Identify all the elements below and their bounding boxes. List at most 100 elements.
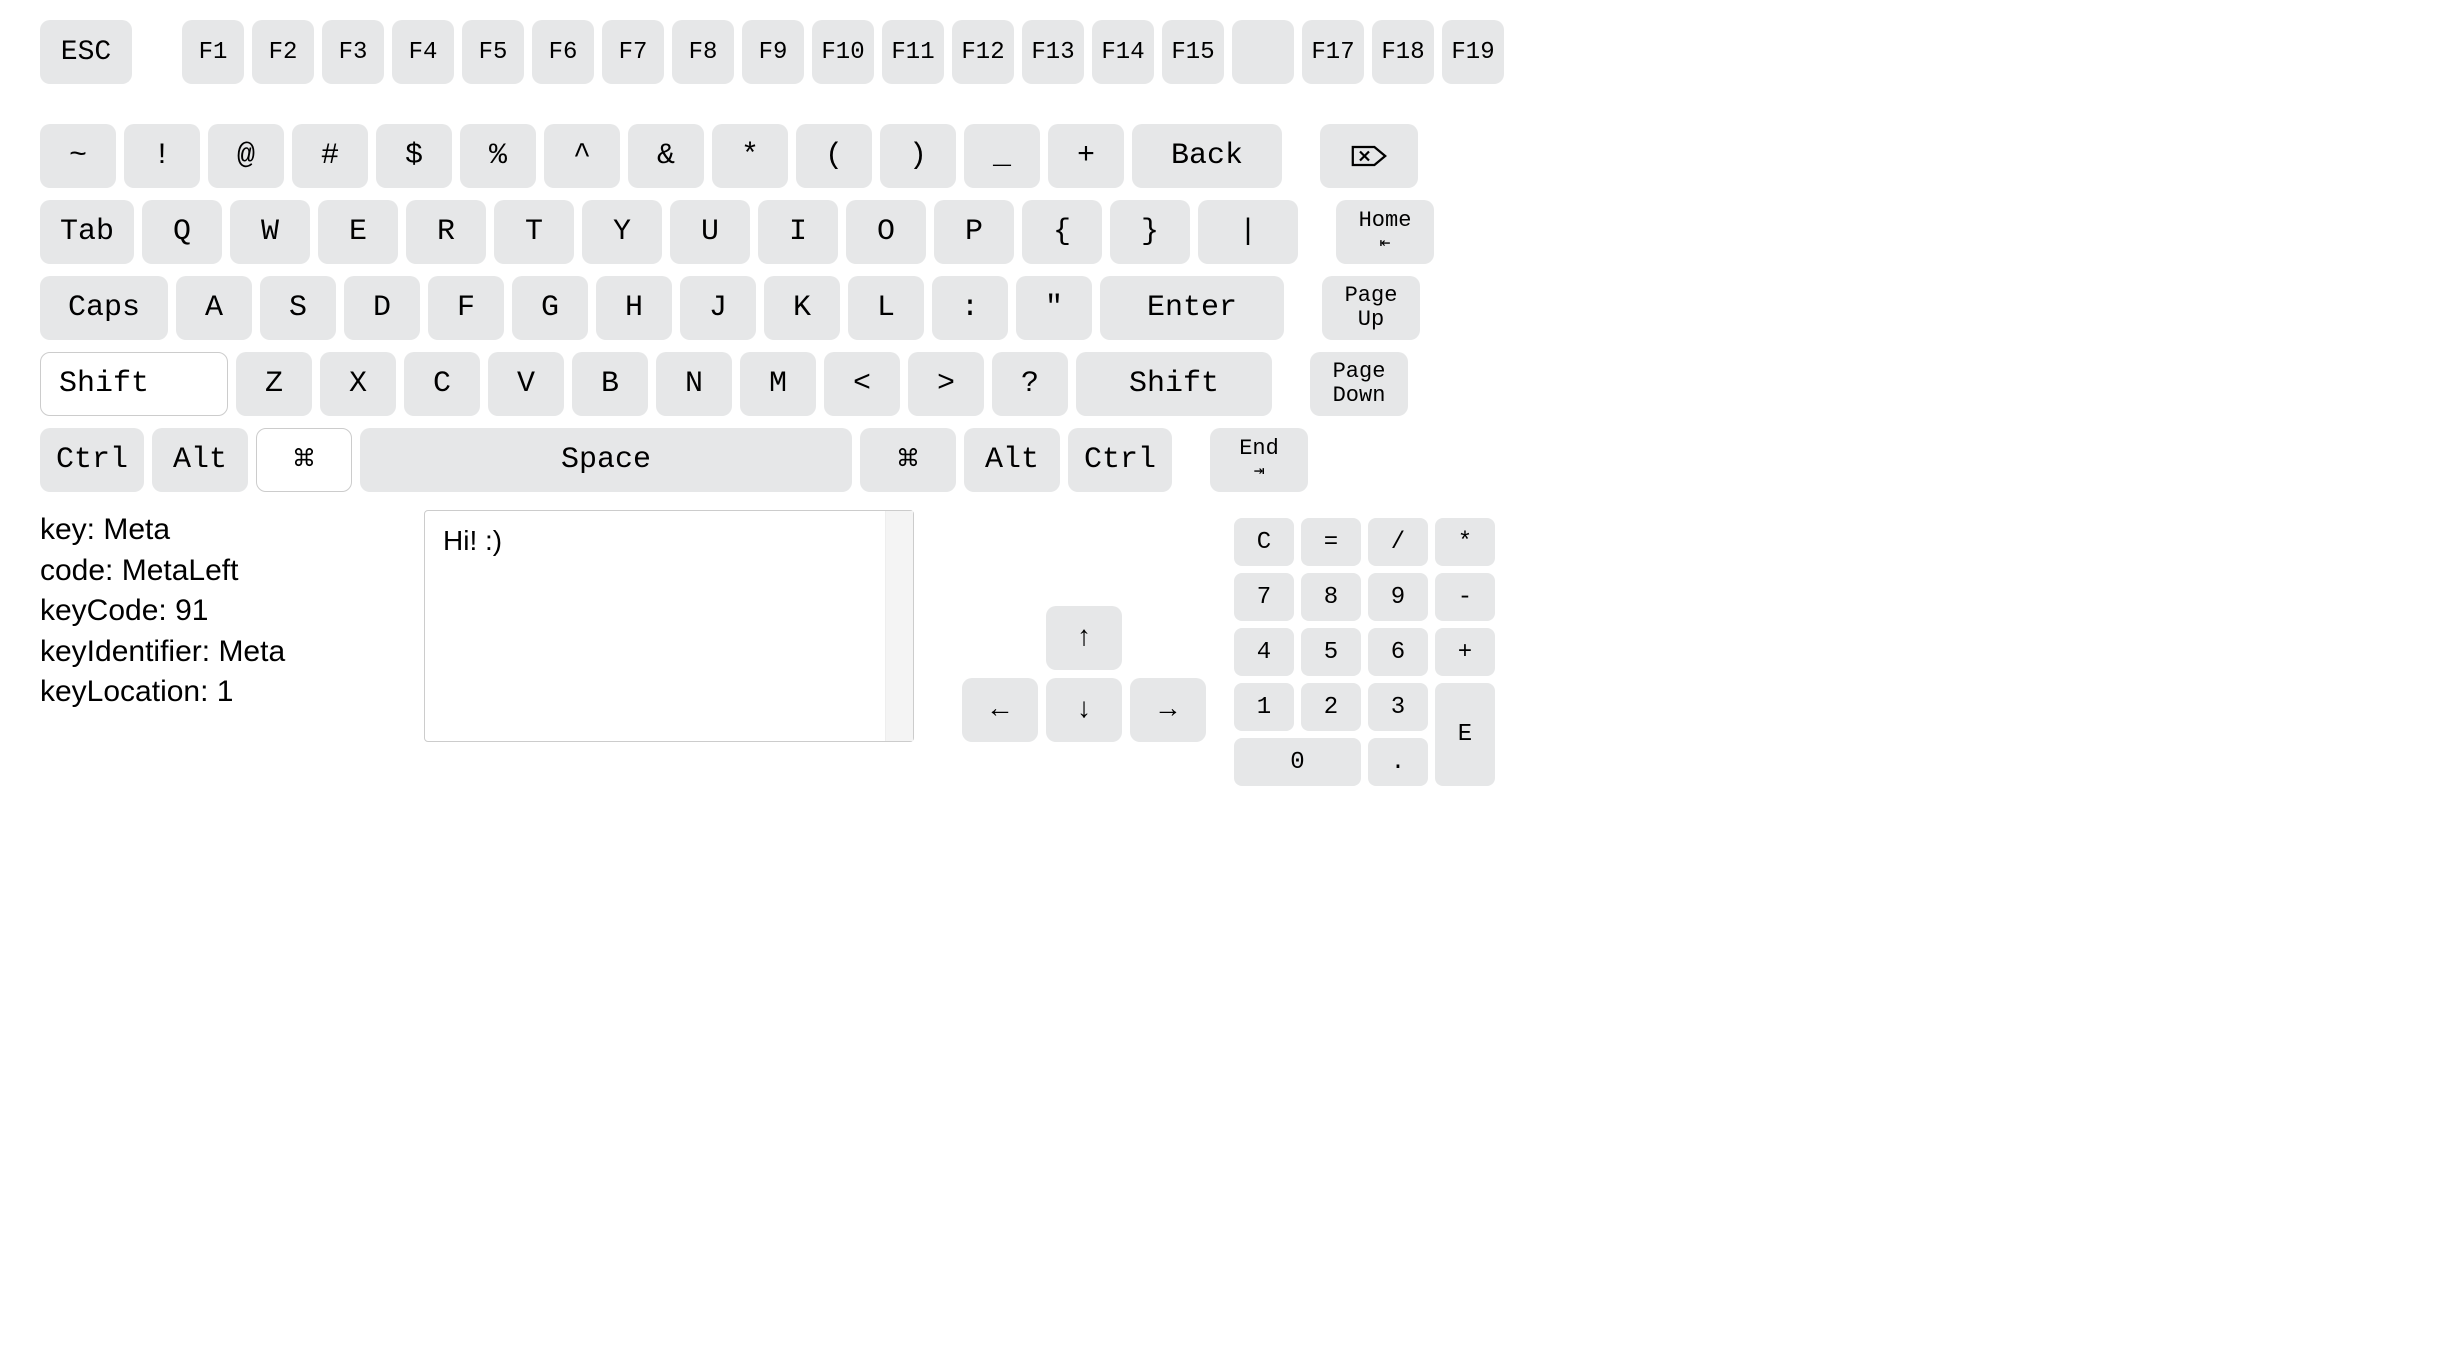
numpad-divide-key[interactable]: / — [1368, 518, 1428, 566]
f2-key[interactable]: F2 — [252, 20, 314, 84]
numpad-equals-key[interactable]: = — [1301, 518, 1361, 566]
numpad-4-key[interactable]: 4 — [1234, 628, 1294, 676]
shift-right-key[interactable]: Shift — [1076, 352, 1272, 416]
backspace-key[interactable]: Back — [1132, 124, 1282, 188]
f11-key[interactable]: F11 — [882, 20, 944, 84]
equals-key[interactable]: + — [1048, 124, 1124, 188]
alt-right-key[interactable]: Alt — [964, 428, 1060, 492]
f14-key[interactable]: F14 — [1092, 20, 1154, 84]
comma-key[interactable]: < — [824, 352, 900, 416]
numpad-8-key[interactable]: 8 — [1301, 573, 1361, 621]
arrow-left-key[interactable]: ← — [962, 678, 1038, 742]
numpad-subtract-key[interactable]: - — [1435, 573, 1495, 621]
meta-right-key[interactable]: ⌘ — [860, 428, 956, 492]
period-key[interactable]: > — [908, 352, 984, 416]
f15-key[interactable]: F15 — [1162, 20, 1224, 84]
tab-key[interactable]: Tab — [40, 200, 134, 264]
f7-key[interactable]: F7 — [602, 20, 664, 84]
f3-key[interactable]: F3 — [322, 20, 384, 84]
f10-key[interactable]: F10 — [812, 20, 874, 84]
f16-key[interactable] — [1232, 20, 1294, 84]
f12-key[interactable]: F12 — [952, 20, 1014, 84]
bracket-left-key[interactable]: { — [1022, 200, 1102, 264]
k-key[interactable]: K — [764, 276, 840, 340]
nine-key[interactable]: ( — [796, 124, 872, 188]
f1-key[interactable]: F1 — [182, 20, 244, 84]
control-right-key[interactable]: Ctrl — [1068, 428, 1172, 492]
four-key[interactable]: $ — [376, 124, 452, 188]
numpad-add-key[interactable]: + — [1435, 628, 1495, 676]
n-key[interactable]: N — [656, 352, 732, 416]
f6-key[interactable]: F6 — [532, 20, 594, 84]
end-key[interactable]: End ⇥ — [1210, 428, 1308, 492]
two-key[interactable]: @ — [208, 124, 284, 188]
eight-key[interactable]: * — [712, 124, 788, 188]
zero-key[interactable]: ) — [880, 124, 956, 188]
backslash-key[interactable]: | — [1198, 200, 1298, 264]
backtick-key[interactable]: ~ — [40, 124, 116, 188]
six-key[interactable]: ^ — [544, 124, 620, 188]
arrow-up-key[interactable]: ↑ — [1046, 606, 1122, 670]
w-key[interactable]: W — [230, 200, 310, 264]
three-key[interactable]: # — [292, 124, 368, 188]
x-key[interactable]: X — [320, 352, 396, 416]
alt-left-key[interactable]: Alt — [152, 428, 248, 492]
seven-key[interactable]: & — [628, 124, 704, 188]
numpad-clear-key[interactable]: C — [1234, 518, 1294, 566]
home-key[interactable]: Home ⇤ — [1336, 200, 1434, 264]
numpad-0-key[interactable]: 0 — [1234, 738, 1361, 786]
one-key[interactable]: ! — [124, 124, 200, 188]
five-key[interactable]: % — [460, 124, 536, 188]
quote-key[interactable]: " — [1016, 276, 1092, 340]
d-key[interactable]: D — [344, 276, 420, 340]
f5-key[interactable]: F5 — [462, 20, 524, 84]
shift-left-key[interactable]: Shift — [40, 352, 228, 416]
e-key[interactable]: E — [318, 200, 398, 264]
r-key[interactable]: R — [406, 200, 486, 264]
g-key[interactable]: G — [512, 276, 588, 340]
numpad-3-key[interactable]: 3 — [1368, 683, 1428, 731]
v-key[interactable]: V — [488, 352, 564, 416]
meta-left-key[interactable]: ⌘ — [256, 428, 352, 492]
t-key[interactable]: T — [494, 200, 574, 264]
f17-key[interactable]: F17 — [1302, 20, 1364, 84]
page-up-key[interactable]: Page Up — [1322, 276, 1420, 340]
a-key[interactable]: A — [176, 276, 252, 340]
f13-key[interactable]: F13 — [1022, 20, 1084, 84]
capslock-key[interactable]: Caps — [40, 276, 168, 340]
s-key[interactable]: S — [260, 276, 336, 340]
numpad-enter-key[interactable]: E — [1435, 683, 1495, 786]
text-input-area[interactable]: Hi! :) — [424, 510, 914, 742]
slash-key[interactable]: ? — [992, 352, 1068, 416]
numpad-9-key[interactable]: 9 — [1368, 573, 1428, 621]
numpad-decimal-key[interactable]: . — [1368, 738, 1428, 786]
semicolon-key[interactable]: : — [932, 276, 1008, 340]
i-key[interactable]: I — [758, 200, 838, 264]
c-key[interactable]: C — [404, 352, 480, 416]
numpad-7-key[interactable]: 7 — [1234, 573, 1294, 621]
page-down-key[interactable]: Page Down — [1310, 352, 1408, 416]
f4-key[interactable]: F4 — [392, 20, 454, 84]
f9-key[interactable]: F9 — [742, 20, 804, 84]
escape-key[interactable]: ESC — [40, 20, 132, 84]
z-key[interactable]: Z — [236, 352, 312, 416]
y-key[interactable]: Y — [582, 200, 662, 264]
l-key[interactable]: L — [848, 276, 924, 340]
p-key[interactable]: P — [934, 200, 1014, 264]
o-key[interactable]: O — [846, 200, 926, 264]
delete-key[interactable] — [1320, 124, 1418, 188]
numpad-5-key[interactable]: 5 — [1301, 628, 1361, 676]
minus-key[interactable]: _ — [964, 124, 1040, 188]
textarea-scrollbar[interactable] — [885, 511, 913, 741]
b-key[interactable]: B — [572, 352, 648, 416]
q-key[interactable]: Q — [142, 200, 222, 264]
f8-key[interactable]: F8 — [672, 20, 734, 84]
bracket-right-key[interactable]: } — [1110, 200, 1190, 264]
u-key[interactable]: U — [670, 200, 750, 264]
h-key[interactable]: H — [596, 276, 672, 340]
numpad-6-key[interactable]: 6 — [1368, 628, 1428, 676]
numpad-1-key[interactable]: 1 — [1234, 683, 1294, 731]
m-key[interactable]: M — [740, 352, 816, 416]
control-left-key[interactable]: Ctrl — [40, 428, 144, 492]
arrow-down-key[interactable]: ↓ — [1046, 678, 1122, 742]
